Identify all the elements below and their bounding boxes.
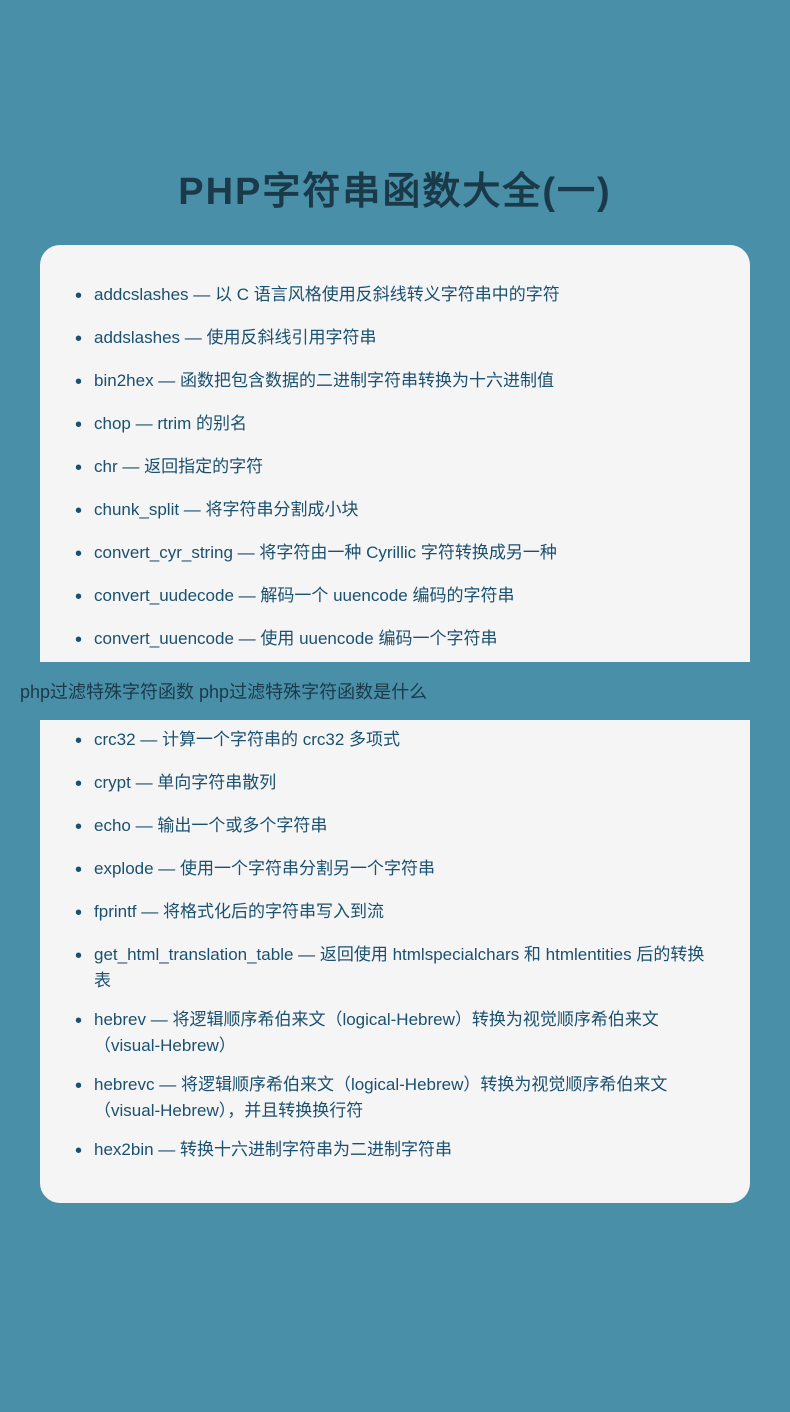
- list-item: • crypt — 单向字符串散列: [75, 763, 715, 806]
- card-top: • addcslashes — 以 C 语言风格使用反斜线转义字符串中的字符 •…: [40, 245, 750, 662]
- item-text: get_html_translation_table — 返回使用 htmlsp…: [94, 942, 715, 993]
- list-item: • chr — 返回指定的字符: [75, 447, 715, 490]
- item-text: convert_uudecode — 解码一个 uuencode 编码的字符串: [94, 583, 715, 609]
- bullet-icon: •: [75, 539, 82, 569]
- item-text: addslashes — 使用反斜线引用字符串: [94, 325, 715, 351]
- bullet-icon: •: [75, 726, 82, 756]
- list-item: • hebrevc — 将逻辑顺序希伯来文（logical-Hebrew）转换为…: [75, 1065, 715, 1130]
- list-item: • convert_uuencode — 使用 uuencode 编码一个字符串: [75, 619, 715, 662]
- bullet-icon: •: [75, 324, 82, 354]
- list-item: • convert_cyr_string — 将字符由一种 Cyrillic 字…: [75, 533, 715, 576]
- bottom-list: • crc32 — 计算一个字符串的 crc32 多项式 • crypt — 单…: [75, 720, 715, 1173]
- list-item: • convert_uudecode — 解码一个 uuencode 编码的字符…: [75, 576, 715, 619]
- bullet-icon: •: [75, 898, 82, 928]
- item-text: chr — 返回指定的字符: [94, 454, 715, 480]
- list-item: • explode — 使用一个字符串分割另一个字符串: [75, 849, 715, 892]
- bullet-icon: •: [75, 625, 82, 655]
- item-text: hebrevc — 将逻辑顺序希伯来文（logical-Hebrew）转换为视觉…: [94, 1072, 715, 1123]
- list-item: • hex2bin — 转换十六进制字符串为二进制字符串: [75, 1130, 715, 1173]
- bullet-icon: •: [75, 769, 82, 799]
- bullet-icon: •: [75, 410, 82, 440]
- list-item: • echo — 输出一个或多个字符串: [75, 806, 715, 849]
- item-text: hex2bin — 转换十六进制字符串为二进制字符串: [94, 1137, 715, 1163]
- list-item: • crc32 — 计算一个字符串的 crc32 多项式: [75, 720, 715, 763]
- list-item: • chop — rtrim 的别名: [75, 404, 715, 447]
- item-text: bin2hex — 函数把包含数据的二进制字符串转换为十六进制值: [94, 368, 715, 394]
- list-item: • addslashes — 使用反斜线引用字符串: [75, 318, 715, 361]
- item-text: echo — 输出一个或多个字符串: [94, 813, 715, 839]
- page-title: PHP字符串函数大全(一): [0, 0, 790, 245]
- bullet-icon: •: [75, 367, 82, 397]
- item-text: chop — rtrim 的别名: [94, 411, 715, 437]
- search-bar-text: php过滤特殊字符函数 php过滤特殊字符函数是什么: [20, 682, 427, 702]
- bullet-icon: •: [75, 453, 82, 483]
- list-item: • hebrev — 将逻辑顺序希伯来文（logical-Hebrew）转换为视…: [75, 1000, 715, 1065]
- item-text: convert_uuencode — 使用 uuencode 编码一个字符串: [94, 626, 715, 652]
- bullet-icon: •: [75, 812, 82, 842]
- bullet-icon: •: [75, 1071, 82, 1101]
- bullet-icon: •: [75, 941, 82, 971]
- bullet-icon: •: [75, 582, 82, 612]
- list-item: • get_html_translation_table — 返回使用 html…: [75, 935, 715, 1000]
- search-bar: php过滤特殊字符函数 php过滤特殊字符函数是什么: [0, 662, 790, 720]
- top-list: • addcslashes — 以 C 语言风格使用反斜线转义字符串中的字符 •…: [75, 275, 715, 662]
- item-text: fprintf — 将格式化后的字符串写入到流: [94, 899, 715, 925]
- item-text: chunk_split — 将字符串分割成小块: [94, 497, 715, 523]
- item-text: convert_cyr_string — 将字符由一种 Cyrillic 字符转…: [94, 540, 715, 566]
- bullet-icon: •: [75, 1136, 82, 1166]
- item-text: addcslashes — 以 C 语言风格使用反斜线转义字符串中的字符: [94, 282, 715, 308]
- item-text: explode — 使用一个字符串分割另一个字符串: [94, 856, 715, 882]
- list-item: • chunk_split — 将字符串分割成小块: [75, 490, 715, 533]
- list-item: • bin2hex — 函数把包含数据的二进制字符串转换为十六进制值: [75, 361, 715, 404]
- list-item: • addcslashes — 以 C 语言风格使用反斜线转义字符串中的字符: [75, 275, 715, 318]
- bullet-icon: •: [75, 281, 82, 311]
- card-bottom: • crc32 — 计算一个字符串的 crc32 多项式 • crypt — 单…: [40, 720, 750, 1203]
- item-text: crypt — 单向字符串散列: [94, 770, 715, 796]
- bullet-icon: •: [75, 496, 82, 526]
- list-item: • fprintf — 将格式化后的字符串写入到流: [75, 892, 715, 935]
- item-text: crc32 — 计算一个字符串的 crc32 多项式: [94, 727, 715, 753]
- item-text: hebrev — 将逻辑顺序希伯来文（logical-Hebrew）转换为视觉顺…: [94, 1007, 715, 1058]
- bullet-icon: •: [75, 1006, 82, 1036]
- page-background: PHP字符串函数大全(一) • addcslashes — 以 C 语言风格使用…: [0, 0, 790, 1412]
- bullet-icon: •: [75, 855, 82, 885]
